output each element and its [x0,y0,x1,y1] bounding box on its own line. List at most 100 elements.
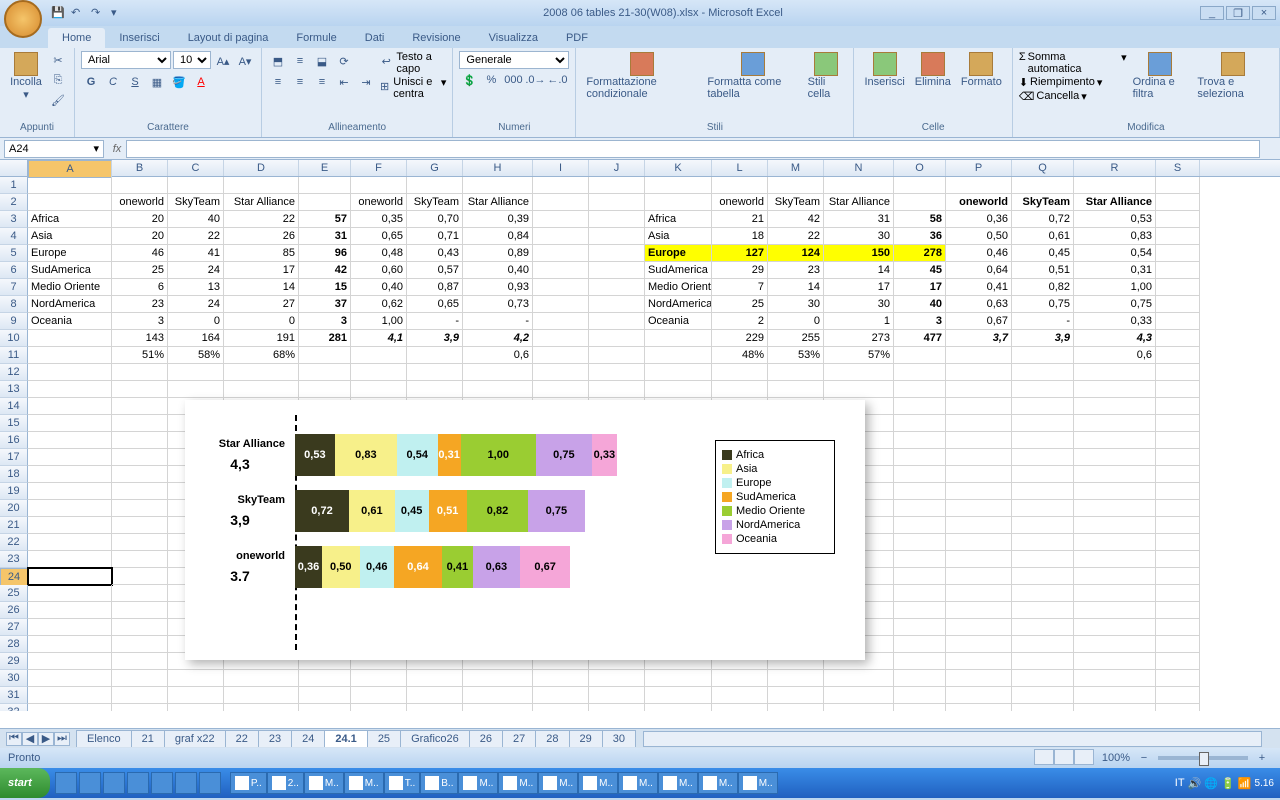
row-header[interactable]: 6 [0,262,28,279]
cell[interactable]: 0,67 [946,313,1012,330]
cell[interactable] [533,670,589,687]
cell[interactable] [112,551,168,568]
cell[interactable] [1156,687,1200,704]
autosum-button[interactable]: Σ Somma automatica ▾ [1019,51,1127,75]
quicklaunch-icon[interactable] [151,772,173,794]
cell[interactable] [28,398,112,415]
cell[interactable] [1012,449,1074,466]
cell[interactable] [533,687,589,704]
row-header[interactable]: 12 [0,364,28,381]
cell[interactable] [946,704,1012,711]
cell[interactable] [351,347,407,364]
cell[interactable] [946,534,1012,551]
tab-first-icon[interactable]: ⏮ [6,732,22,746]
shrink-font-icon[interactable]: A▾ [235,51,255,71]
cell[interactable]: 164 [168,330,224,347]
ribbon-tab-inserisci[interactable]: Inserisci [105,28,173,48]
cell[interactable] [299,687,351,704]
cell[interactable] [28,381,112,398]
cell[interactable] [1156,619,1200,636]
cell[interactable] [1156,636,1200,653]
cell[interactable] [894,602,946,619]
cell[interactable]: 273 [824,330,894,347]
cell[interactable] [894,585,946,602]
cell[interactable] [1074,619,1156,636]
cell[interactable] [351,381,407,398]
cell[interactable]: Africa [28,211,112,228]
cell[interactable] [589,313,645,330]
insert-cells-button[interactable]: Inserisci [860,50,908,90]
col-header[interactable]: J [589,160,645,176]
cell[interactable] [463,381,533,398]
cell[interactable]: 0,31 [1074,262,1156,279]
row-header[interactable]: 11 [0,347,28,364]
cell[interactable] [112,687,168,704]
row-header[interactable]: 4 [0,228,28,245]
cell[interactable]: 3,9 [407,330,463,347]
cell[interactable]: 477 [894,330,946,347]
cell[interactable] [894,415,946,432]
cell[interactable]: 17 [224,262,299,279]
cell[interactable]: 24 [168,262,224,279]
underline-button[interactable]: S [125,72,145,92]
cell[interactable] [1012,653,1074,670]
quicklaunch-icon[interactable] [55,772,77,794]
row-header[interactable]: 24 [0,568,28,586]
cell[interactable] [463,704,533,711]
cell[interactable] [645,330,712,347]
cell[interactable] [112,177,168,194]
cell[interactable]: 0,33 [1074,313,1156,330]
sheet-tab[interactable]: Grafico26 [400,730,470,747]
close-button[interactable]: × [1252,6,1276,20]
cell[interactable] [168,687,224,704]
cell[interactable] [1012,177,1074,194]
cell[interactable] [299,704,351,711]
cell[interactable] [946,619,1012,636]
maximize-button[interactable]: ❐ [1226,6,1250,20]
cell[interactable]: 20 [112,211,168,228]
cell[interactable]: 27 [224,296,299,313]
cell[interactable] [224,670,299,687]
cell[interactable] [112,432,168,449]
cell[interactable]: 3 [894,313,946,330]
sheet-tab[interactable]: Elenco [76,730,132,747]
cell[interactable] [224,704,299,711]
cell[interactable]: 57% [824,347,894,364]
cell[interactable]: 4,3 [1074,330,1156,347]
cell[interactable]: 96 [299,245,351,262]
cell[interactable] [894,364,946,381]
col-header[interactable]: B [112,160,168,176]
cell[interactable] [28,517,112,534]
cell[interactable]: 1,00 [351,313,407,330]
cell[interactable] [28,551,112,568]
cell[interactable]: 0,39 [463,211,533,228]
cell[interactable] [28,432,112,449]
cell[interactable] [28,670,112,687]
cell[interactable] [299,194,351,211]
cell[interactable] [533,177,589,194]
cell[interactable] [1156,279,1200,296]
taskbar-window[interactable]: B.. [420,772,458,794]
cell[interactable] [299,364,351,381]
taskbar-window[interactable]: M.. [344,772,384,794]
cell[interactable]: 57 [299,211,351,228]
tray-icons[interactable]: 🔊 🌐 🔋 📶 [1188,777,1252,790]
taskbar-window[interactable]: M.. [658,772,698,794]
cell[interactable] [1012,398,1074,415]
row-header[interactable]: 21 [0,517,28,534]
row-header[interactable]: 18 [0,466,28,483]
cell[interactable]: Star Alliance [463,194,533,211]
cell[interactable]: 2 [712,313,768,330]
cell[interactable] [946,602,1012,619]
cell[interactable] [1012,568,1074,585]
cell[interactable] [28,347,112,364]
taskbar-window[interactable]: 2.. [267,772,304,794]
col-header[interactable]: S [1156,160,1200,176]
taskbar-window[interactable]: T.. [384,772,421,794]
cell[interactable] [824,177,894,194]
fx-icon[interactable]: fx [108,140,126,158]
cell[interactable] [768,670,824,687]
col-header[interactable]: N [824,160,894,176]
cell[interactable] [589,296,645,313]
cell[interactable] [299,177,351,194]
